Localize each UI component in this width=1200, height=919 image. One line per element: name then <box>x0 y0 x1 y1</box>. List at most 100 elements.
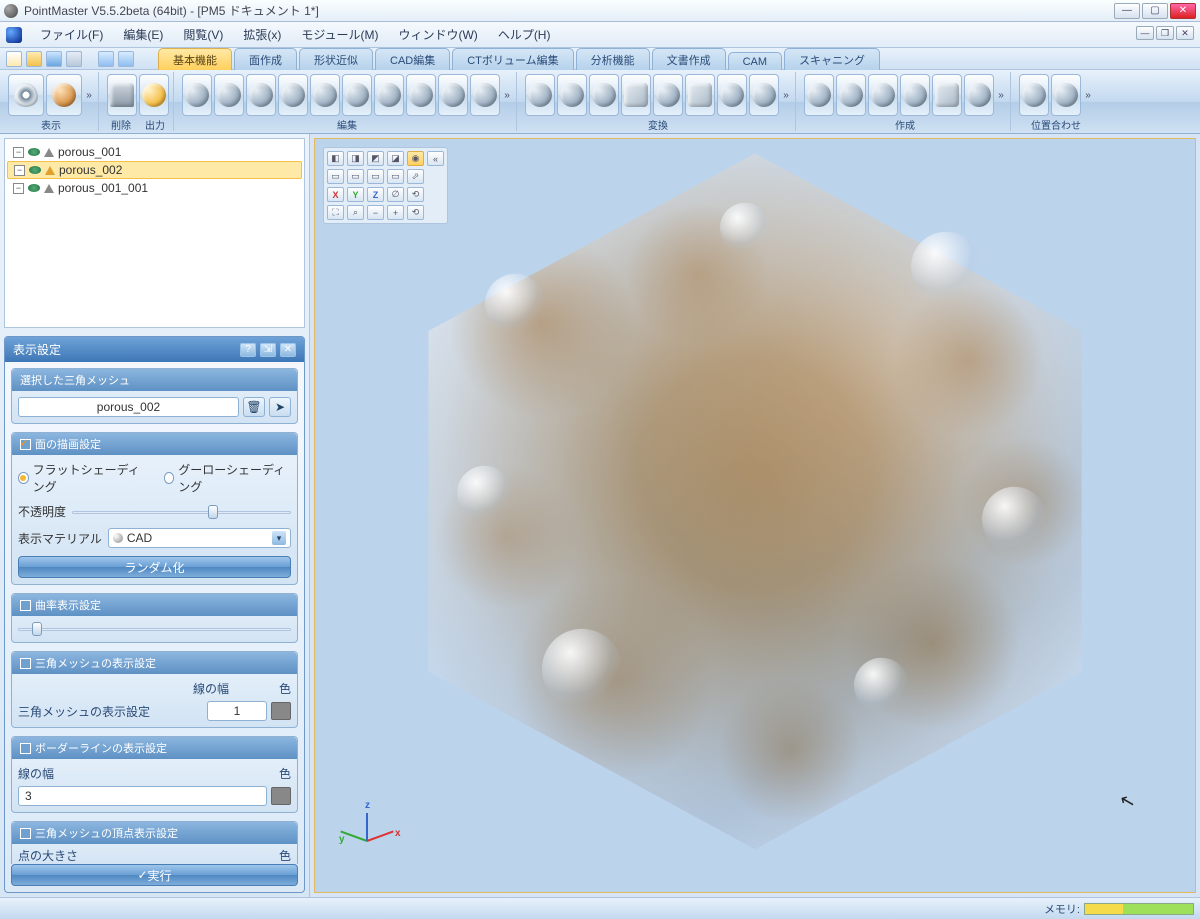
mesh-width-input[interactable]: 1 <box>207 701 267 721</box>
tree-item[interactable]: − porous_002 <box>7 161 302 179</box>
conv-btn-1[interactable] <box>525 74 555 116</box>
view-select-button[interactable]: ⬀ <box>407 169 424 184</box>
menu-help[interactable]: ヘルプ(H) <box>488 24 561 45</box>
view-back-button[interactable]: ▭ <box>347 169 364 184</box>
section-checkbox[interactable] <box>20 600 31 611</box>
view-collapse-button[interactable]: « <box>427 151 444 166</box>
group-expand-icon[interactable]: » <box>502 74 512 116</box>
display-eye-button[interactable] <box>8 74 44 116</box>
tree-item[interactable]: − porous_001_001 <box>7 179 302 197</box>
open-icon[interactable] <box>26 51 42 67</box>
flat-shading-radio[interactable]: フラットシェーディング <box>18 461 146 495</box>
create-btn-3[interactable] <box>868 74 898 116</box>
create-btn-6[interactable] <box>964 74 994 116</box>
edit-btn-6[interactable] <box>342 74 372 116</box>
tree-expander-icon[interactable]: − <box>13 147 24 158</box>
group-expand-icon[interactable]: » <box>781 74 791 116</box>
conv-btn-5[interactable] <box>653 74 683 116</box>
save-icon[interactable] <box>46 51 62 67</box>
redo-icon[interactable] <box>118 51 134 67</box>
print-icon[interactable] <box>66 51 82 67</box>
menu-module[interactable]: モジュール(M) <box>291 24 388 45</box>
display-face-button[interactable] <box>46 74 82 116</box>
tab-scanning[interactable]: スキャニング <box>784 48 880 70</box>
view-iso1-button[interactable]: ◧ <box>327 151 344 166</box>
tree-item[interactable]: − porous_001 <box>7 143 302 161</box>
menu-edit[interactable]: 編集(E) <box>113 24 173 45</box>
tab-ct[interactable]: CTボリューム編集 <box>452 48 573 70</box>
opacity-slider[interactable] <box>72 505 291 519</box>
object-tree[interactable]: − porous_001 − porous_002 − porous_001_0… <box>4 138 305 328</box>
create-btn-5[interactable] <box>932 74 962 116</box>
tab-analysis[interactable]: 分析機能 <box>576 48 650 70</box>
conv-btn-8[interactable] <box>749 74 779 116</box>
execute-button[interactable]: ✓ 実行 <box>11 864 298 886</box>
edit-btn-4[interactable] <box>278 74 308 116</box>
view-left-button[interactable]: ▭ <box>367 169 384 184</box>
menu-view[interactable]: 閲覧(V) <box>173 24 233 45</box>
edit-btn-8[interactable] <box>406 74 436 116</box>
zoom-fit-button[interactable]: ⛶ <box>327 205 344 220</box>
clear-selection-button[interactable]: 🗑 <box>243 397 265 417</box>
section-checkbox[interactable] <box>20 439 31 450</box>
edit-btn-9[interactable] <box>438 74 468 116</box>
conv-btn-7[interactable] <box>717 74 747 116</box>
mdi-restore-button[interactable]: ❐ <box>1156 26 1174 40</box>
panel-help-button[interactable]: ? <box>240 343 256 357</box>
edit-btn-1[interactable] <box>182 74 212 116</box>
tree-expander-icon[interactable]: − <box>14 165 25 176</box>
group-expand-icon[interactable]: » <box>996 74 1006 116</box>
tab-shape[interactable]: 形状近似 <box>299 48 373 70</box>
border-color-swatch[interactable] <box>271 787 291 805</box>
pick-selection-button[interactable]: ➤ <box>269 397 291 417</box>
view-iso2-button[interactable]: ◨ <box>347 151 364 166</box>
randomize-button[interactable]: ランダム化 <box>18 556 291 578</box>
tree-expander-icon[interactable]: − <box>13 183 24 194</box>
minimize-button[interactable]: ― <box>1114 3 1140 19</box>
align-btn-2[interactable] <box>1051 74 1081 116</box>
section-checkbox[interactable] <box>20 658 31 669</box>
view-persp-button[interactable]: ◉ <box>407 151 424 166</box>
axis-y-button[interactable]: Y <box>347 187 364 202</box>
visibility-icon[interactable] <box>29 166 41 174</box>
visibility-icon[interactable] <box>28 184 40 192</box>
menu-file[interactable]: ファイル(F) <box>30 24 113 45</box>
mdi-close-button[interactable]: ✕ <box>1176 26 1194 40</box>
edit-btn-2[interactable] <box>214 74 244 116</box>
align-btn-1[interactable] <box>1019 74 1049 116</box>
border-width-input[interactable]: 3 <box>18 786 267 806</box>
tab-document[interactable]: 文書作成 <box>652 48 726 70</box>
axis-lock-button[interactable]: ⟲ <box>407 187 424 202</box>
zoom-reset-button[interactable]: ⟲ <box>407 205 424 220</box>
panel-pin-button[interactable]: ⇲ <box>260 343 276 357</box>
3d-viewport[interactable]: ◧ ◨ ◩ ◪ ◉ « ▭ ▭ ▭ ▭ ⬀ X Y Z ∅ ⟲ <box>314 138 1196 893</box>
edit-btn-10[interactable] <box>470 74 500 116</box>
axis-x-button[interactable]: X <box>327 187 344 202</box>
view-front-button[interactable]: ▭ <box>327 169 344 184</box>
mesh-color-swatch[interactable] <box>271 702 291 720</box>
conv-btn-6[interactable] <box>685 74 715 116</box>
edit-btn-3[interactable] <box>246 74 276 116</box>
axis-z-button[interactable]: Z <box>367 187 384 202</box>
create-btn-1[interactable] <box>804 74 834 116</box>
edit-btn-5[interactable] <box>310 74 340 116</box>
edit-btn-7[interactable] <box>374 74 404 116</box>
delete-button[interactable] <box>107 74 137 116</box>
gouraud-shading-radio[interactable]: グーローシェーディング <box>164 461 291 495</box>
view-iso3-button[interactable]: ◩ <box>367 151 384 166</box>
tab-basic[interactable]: 基本機能 <box>158 48 232 70</box>
menu-window[interactable]: ウィンドウ(W) <box>388 24 487 45</box>
new-icon[interactable] <box>6 51 22 67</box>
tab-cad[interactable]: CAD編集 <box>375 48 450 70</box>
conv-btn-3[interactable] <box>589 74 619 116</box>
tab-surface[interactable]: 面作成 <box>234 48 297 70</box>
conv-btn-2[interactable] <box>557 74 587 116</box>
zoom-in-button[interactable]: + <box>387 205 404 220</box>
section-checkbox[interactable] <box>20 828 31 839</box>
zoom-window-button[interactable]: ⌕ <box>347 205 364 220</box>
group-expand-icon[interactable]: » <box>84 74 94 116</box>
group-expand-icon[interactable]: » <box>1083 74 1093 116</box>
tab-cam[interactable]: CAM <box>728 52 782 70</box>
undo-icon[interactable] <box>98 51 114 67</box>
mdi-minimize-button[interactable]: ― <box>1136 26 1154 40</box>
